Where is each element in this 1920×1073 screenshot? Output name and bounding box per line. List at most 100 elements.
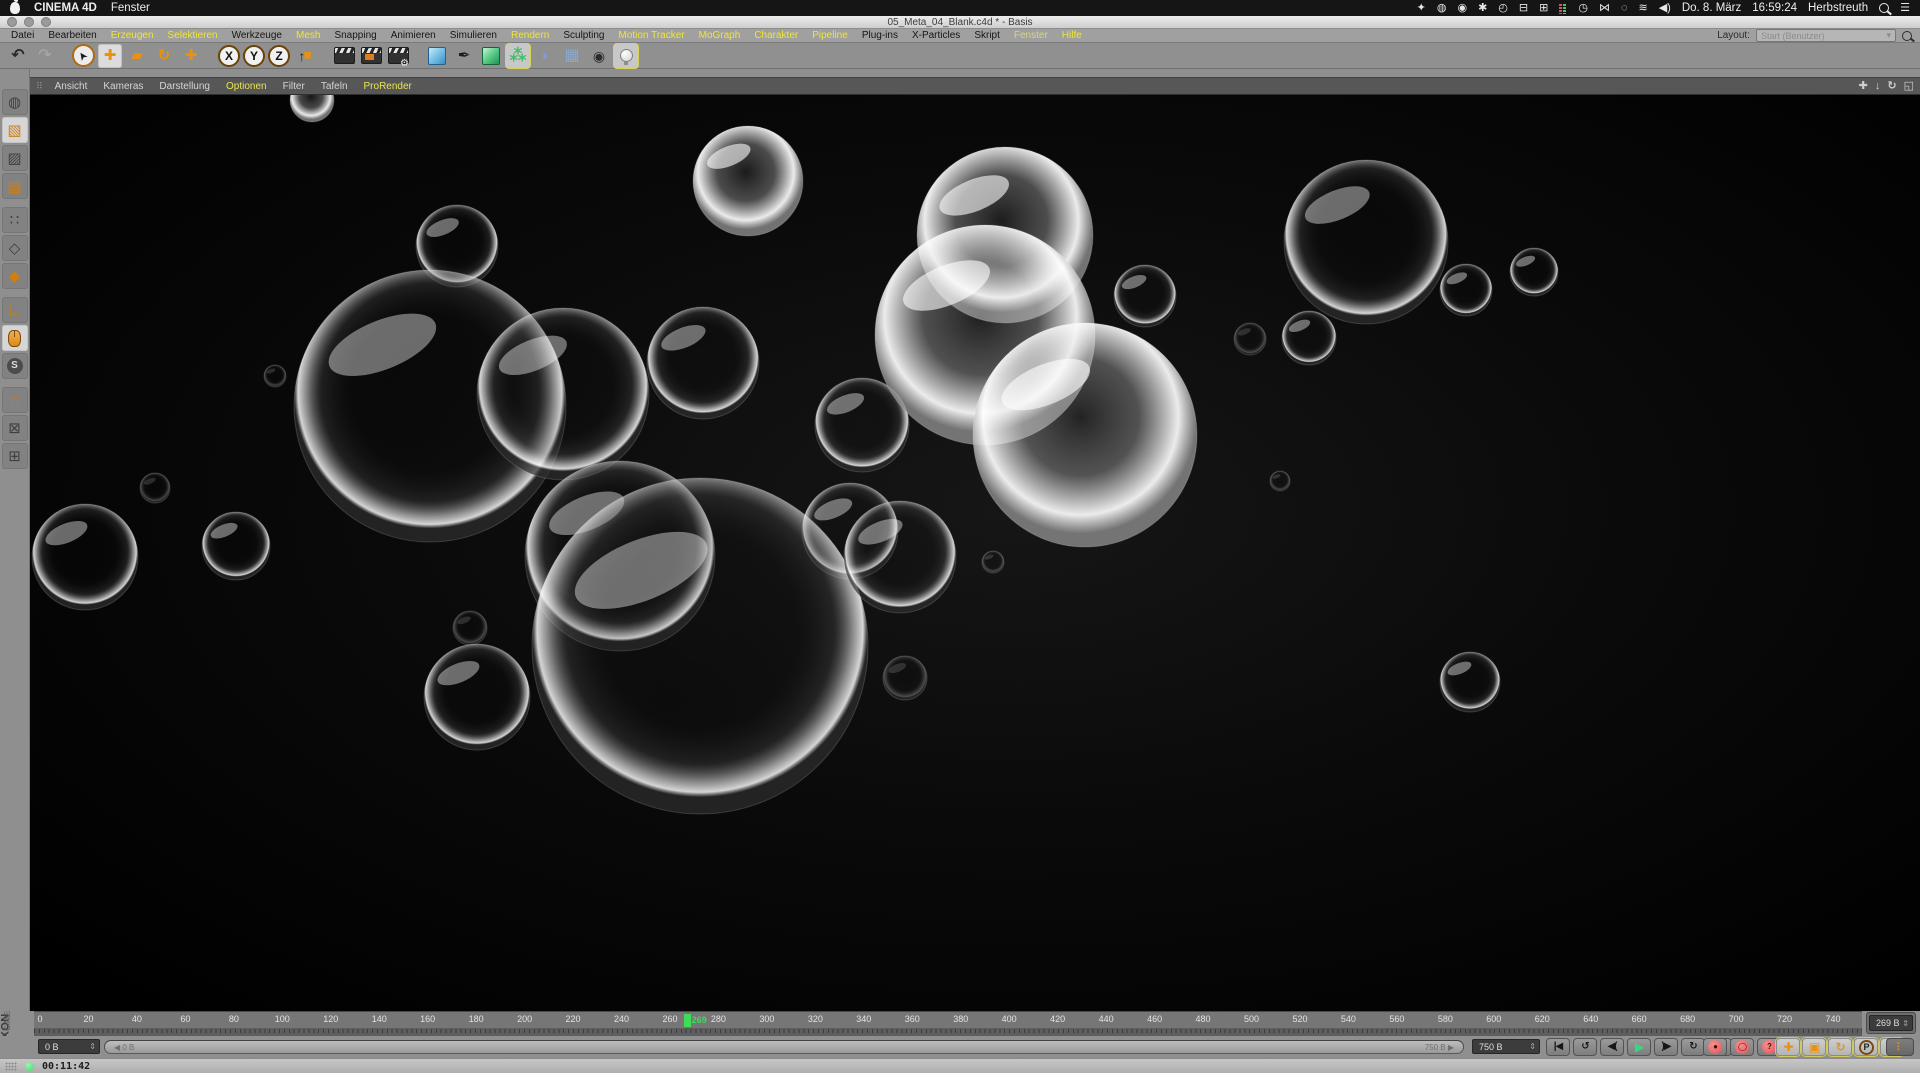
menubar-menu-fenster[interactable]: Fenster (111, 2, 150, 14)
menubar-date[interactable]: Do. 8. März (1682, 2, 1741, 14)
texture-mode-button[interactable]: ▨ (1, 145, 28, 171)
separator[interactable] (206, 44, 215, 68)
viewport-menu-prorender[interactable]: ProRender (356, 81, 420, 92)
menu-pipeline[interactable]: Pipeline (805, 30, 855, 41)
add-spline-button[interactable]: ✒ (452, 44, 476, 68)
lock-x-axis-button[interactable]: X (218, 44, 240, 67)
make-editable-button[interactable]: ◍ (1, 89, 28, 115)
add-environment-button[interactable]: ▦ (560, 44, 584, 68)
record-rotation-button[interactable]: ↻ (1828, 1038, 1852, 1056)
record-keyframes-button[interactable]: ● (1703, 1038, 1727, 1056)
spotlight-search-icon[interactable] (1879, 3, 1890, 13)
viewport-menu-kameras[interactable]: Kameras (95, 81, 151, 92)
menu-motion-tracker[interactable]: Motion Tracker (611, 30, 691, 41)
autokeying-button[interactable]: ◯ (1730, 1038, 1754, 1056)
timeline-ruler[interactable]: 0 20 40 60 80 100 120 140 160 180 200 220 240 260 280 3… (34, 1011, 1862, 1036)
menu-x-particles[interactable]: X-Particles (905, 30, 967, 41)
perspective-viewport[interactable] (30, 95, 1920, 1011)
enable-axis-button[interactable]: ∟ (1, 297, 28, 323)
timeline-scrollbar-thumb[interactable]: ◀ 0 B 750 B ▶ (105, 1041, 1463, 1053)
toggle-views-button[interactable]: ◱ (1904, 80, 1914, 92)
menu-sculpting[interactable]: Sculpting (556, 30, 611, 41)
menu-plug-ins[interactable]: Plug-ins (855, 30, 905, 41)
drag-handle-icon[interactable]: ⠿ (36, 81, 43, 92)
menu-selektieren[interactable]: Selektieren (161, 30, 225, 41)
timeline-scrollbar[interactable]: ◀ 0 B 750 B ▶ (104, 1040, 1464, 1054)
menu-skript[interactable]: Skript (967, 30, 1007, 41)
next-key-button[interactable]: ↻ (1681, 1038, 1705, 1056)
apple-menu-icon[interactable] (10, 2, 20, 14)
workplane-mode-button[interactable]: ▤ (1, 173, 28, 199)
add-metaball-button[interactable]: ⁂ (506, 43, 530, 68)
location-icon[interactable]: ◉ (1457, 2, 1467, 14)
menubar-clock[interactable]: 16:59:24 (1752, 2, 1797, 14)
next-frame-button[interactable]: )▶ (1654, 1038, 1678, 1056)
edges-mode-button[interactable]: ◇ (1, 235, 28, 261)
record-scale-button[interactable]: ▣ (1802, 1038, 1826, 1056)
record-position-button[interactable]: ✚ (1776, 1038, 1800, 1056)
lock-z-axis-button[interactable]: Z (268, 44, 290, 67)
menu-werkzeuge[interactable]: Werkzeuge (225, 30, 289, 41)
last-used-tool[interactable]: ✚ (179, 44, 203, 68)
paw-app-icon[interactable]: ✱ (1478, 2, 1487, 14)
points-mode-button[interactable]: ∷ (1, 207, 28, 233)
drag-handle-icon[interactable] (5, 1061, 17, 1071)
add-cube-object-button[interactable] (425, 44, 449, 68)
model-mode-button[interactable]: ▧ (1, 117, 28, 143)
viewport-menu-darstellung[interactable]: Darstellung (151, 81, 218, 92)
add-deformer-button[interactable]: ◗ (533, 44, 557, 68)
render-picture-viewer-button[interactable] (359, 44, 383, 68)
playhead-marker[interactable] (683, 1013, 691, 1027)
planar-workplane-button[interactable]: ⊞ (1, 443, 28, 469)
menu-datei[interactable]: Datei (4, 30, 41, 41)
play-forwards-button[interactable]: ▶ (1627, 1038, 1651, 1056)
pan-view-button[interactable]: ✚ (1859, 80, 1868, 92)
bluetooth-icon[interactable]: ⋈ (1599, 2, 1610, 14)
rotate-tool[interactable]: ↻ (152, 44, 176, 68)
menu-fenster[interactable]: Fenster (1007, 30, 1055, 41)
separator[interactable] (320, 44, 329, 68)
display-icon[interactable]: ⊟ (1519, 2, 1528, 14)
time-machine-icon[interactable]: ◷ (1578, 2, 1588, 14)
zoom-view-button[interactable]: ↓ (1875, 80, 1881, 92)
stepper-icon[interactable]: ⇕ (1529, 1042, 1536, 1051)
live-selection-tool[interactable]: ➤ (72, 44, 95, 67)
layout-dropdown[interactable]: Start (Benutzer) ▾ (1756, 29, 1896, 42)
redo-button[interactable]: ↷ (33, 44, 57, 68)
viewport-solo-button[interactable]: S (1, 353, 28, 379)
viewport-menu-ansicht[interactable]: Ansicht (47, 81, 96, 92)
chat-bubble-icon[interactable]: ◌ (1621, 2, 1628, 14)
rotate-view-button[interactable]: ↻ (1887, 80, 1896, 92)
menu-erzeugen[interactable]: Erzeugen (104, 30, 161, 41)
active-app-name[interactable]: CINEMA 4D (34, 2, 97, 14)
polygons-mode-button[interactable]: ◆ (1, 263, 28, 289)
range-end-field[interactable]: 750 B ⇕ (1472, 1039, 1540, 1054)
separator[interactable] (60, 44, 69, 68)
render-view-button[interactable] (332, 44, 356, 68)
add-camera-button[interactable]: ◉ (587, 44, 611, 68)
lock-workplane-button[interactable]: ⊠ (1, 415, 28, 441)
viewport-menu-filter[interactable]: Filter (275, 81, 313, 92)
playhead[interactable]: 269 (683, 1013, 707, 1027)
move-tool[interactable]: ✚ (98, 43, 122, 68)
wifi-icon[interactable]: ≋ (1638, 2, 1647, 14)
volume-icon[interactable]: ◀) (1659, 2, 1671, 14)
screen-share-icon[interactable]: ⊞ (1539, 2, 1548, 14)
enable-snap-button[interactable]: ∩ (1, 387, 28, 413)
range-start-field[interactable]: 0 B ⇕ (38, 1039, 100, 1054)
add-generator-button[interactable] (479, 44, 503, 68)
separator[interactable] (413, 44, 422, 68)
menu-charakter[interactable]: Charakter (747, 30, 805, 41)
previous-key-button[interactable]: ↺ (1573, 1038, 1597, 1056)
menu-mograph[interactable]: MoGraph (692, 30, 748, 41)
istat-menus-icon[interactable] (1559, 3, 1567, 14)
stepper-icon[interactable]: ⇕ (89, 1042, 96, 1051)
scale-tool[interactable]: ▰ (125, 44, 149, 68)
viewport-menu-optionen[interactable]: Optionen (218, 81, 275, 92)
creative-cloud-icon[interactable]: ◍ (1437, 2, 1447, 14)
clock-app-icon[interactable]: ◴ (1498, 2, 1508, 14)
menu-rendern[interactable]: Rendern (504, 30, 556, 41)
undo-button[interactable]: ↶ (6, 44, 30, 68)
menu-simulieren[interactable]: Simulieren (443, 30, 504, 41)
keyframe-palette-button[interactable]: ⠇ (1886, 1038, 1914, 1056)
